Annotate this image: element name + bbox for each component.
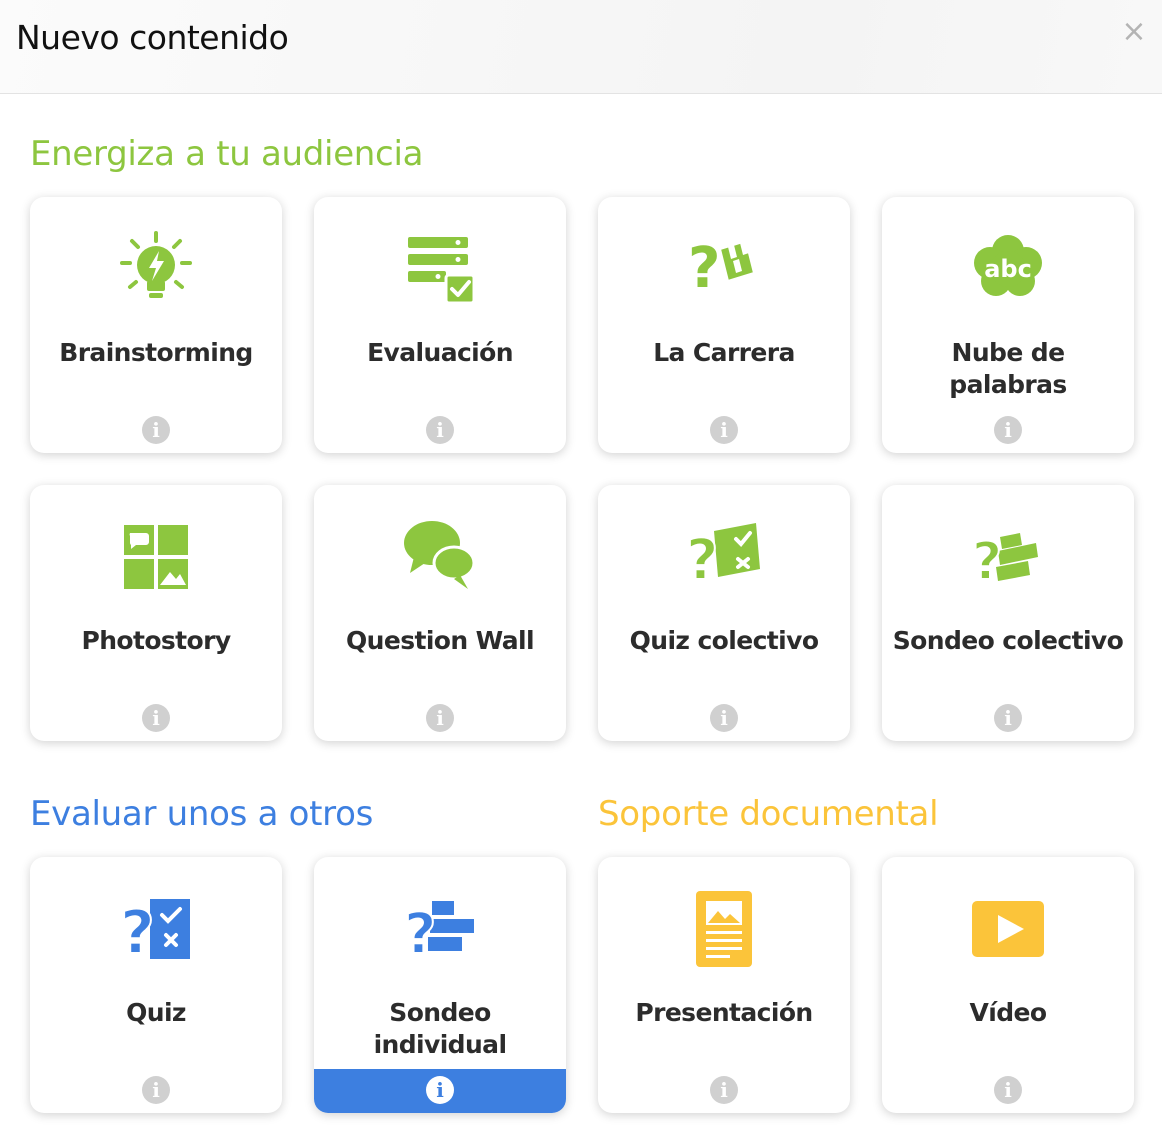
card-label: Brainstorming [59,338,253,367]
race-icon: ? [684,229,764,309]
card-label: Photostory [81,626,231,655]
info-icon[interactable]: i [994,416,1022,444]
quiz-icon: ? [684,517,764,597]
word-cloud-icon: abc [968,229,1048,309]
info-bar: i [598,697,850,741]
section-title-energiza: Energiza a tu audiencia [30,134,424,174]
svg-text:?: ? [120,898,155,968]
card-quiz-colectivo[interactable]: ? Quiz colectivo i [598,485,850,741]
card-label: Sondeo colectivo [892,626,1124,655]
photostory-icon [116,517,196,597]
card-label: Question Wall [346,626,535,655]
svg-text:?: ? [686,528,718,593]
close-icon[interactable]: × [1120,17,1148,47]
info-bar: i [598,1069,850,1113]
info-icon[interactable]: i [994,1076,1022,1104]
quiz-icon: ? [116,889,196,969]
card-video[interactable]: Vídeo i [882,857,1134,1113]
card-label: Presentación [635,998,813,1027]
card-label: Vídeo [969,998,1048,1027]
svg-text:?: ? [404,902,436,967]
info-icon[interactable]: i [710,416,738,444]
info-bar: i [30,697,282,741]
info-bar: i [30,1069,282,1113]
card-label: Nube de palabras [949,338,1067,399]
card-label: La Carrera [653,338,795,367]
card-la-carrera[interactable]: ? La Carrera i [598,197,850,453]
card-brainstorming[interactable]: Brainstorming i [30,197,282,453]
info-bar: i [598,409,850,453]
info-bar: i [882,409,1134,453]
svg-text:abc: abc [984,255,1032,283]
card-question-wall[interactable]: Question Wall i [314,485,566,741]
dialog-header: Nuevo contenido × [0,0,1162,94]
info-bar: i [882,1069,1134,1113]
card-label: Sondeo individual [373,998,507,1059]
card-label: Evaluación [367,338,513,367]
info-bar: i [314,1069,566,1113]
lightbulb-icon [116,229,196,309]
info-icon[interactable]: i [426,704,454,732]
info-icon[interactable]: i [994,704,1022,732]
card-presentacion[interactable]: Presentación i [598,857,850,1113]
card-label: Quiz colectivo [629,626,819,655]
dialog-title: Nuevo contenido [16,18,289,57]
card-quiz[interactable]: ? Quiz i [30,857,282,1113]
card-sondeo-individual[interactable]: ? Sondeo individual i [314,857,566,1113]
card-sondeo-colectivo[interactable]: ? Sondeo colectivo i [882,485,1134,741]
poll-icon: ? [400,889,480,969]
speech-bubbles-icon [400,517,480,597]
evaluation-icon [400,229,480,309]
document-icon [684,889,764,969]
info-icon[interactable]: i [426,1076,454,1104]
card-evaluacion[interactable]: Evaluación i [314,197,566,453]
card-label: Quiz [126,998,186,1027]
info-icon[interactable]: i [142,704,170,732]
card-photostory[interactable]: Photostory i [30,485,282,741]
info-bar: i [314,409,566,453]
info-icon[interactable]: i [710,1076,738,1104]
info-icon[interactable]: i [426,416,454,444]
card-nube-de-palabras[interactable]: abc Nube de palabras i [882,197,1134,453]
svg-text:?: ? [972,532,1002,592]
poll-icon: ? [968,517,1048,597]
info-bar: i [882,697,1134,741]
info-bar: i [30,409,282,453]
info-icon[interactable]: i [142,1076,170,1104]
info-bar: i [314,697,566,741]
section-title-soporte: Soporte documental [598,794,939,834]
svg-text:?: ? [688,236,720,301]
play-icon [968,889,1048,969]
section-title-evaluar: Evaluar unos a otros [30,794,373,834]
info-icon[interactable]: i [710,704,738,732]
info-icon[interactable]: i [142,416,170,444]
